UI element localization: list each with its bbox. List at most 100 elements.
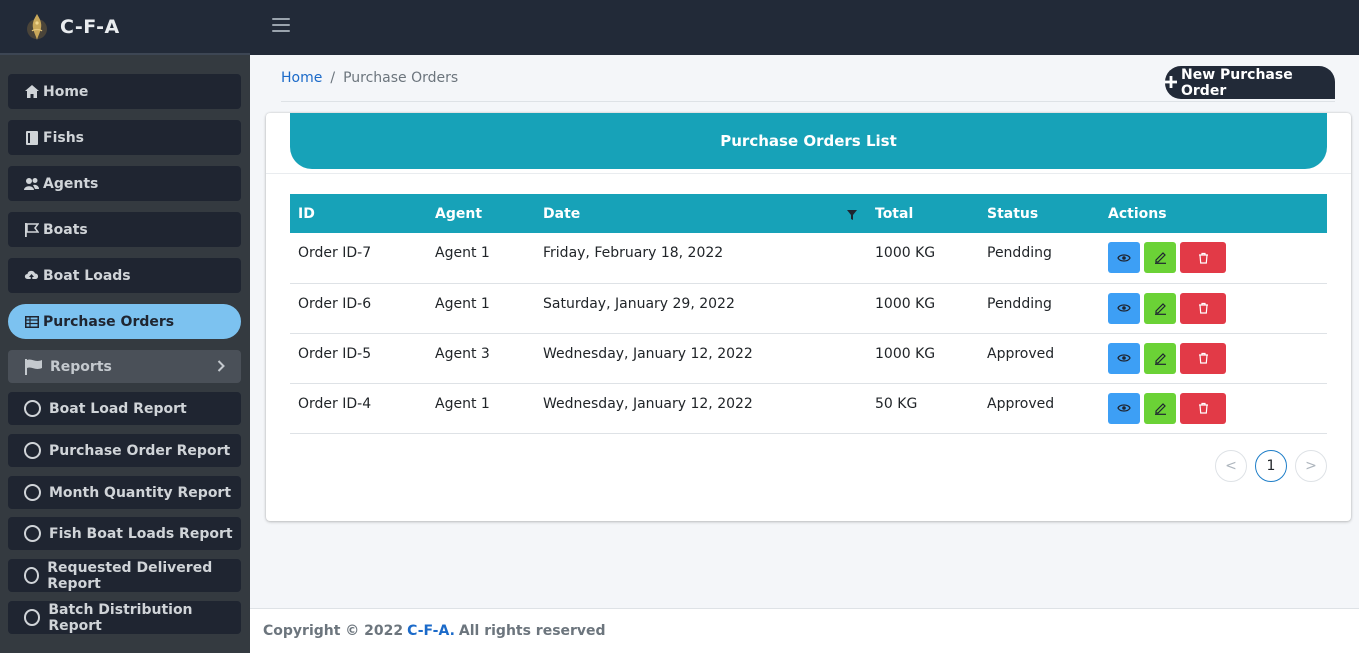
sidebar-item-label: Month Quantity Report bbox=[49, 484, 232, 501]
sidebar-item-label: Reports bbox=[50, 358, 112, 375]
main-content: Home / Purchase Orders New Purchase Order … bbox=[250, 55, 1359, 608]
cell-total: 1000 KG bbox=[875, 295, 936, 312]
sidebar-item-label: Agents bbox=[43, 175, 99, 192]
column-header-id[interactable]: ID bbox=[290, 194, 427, 233]
flag-icon bbox=[24, 222, 39, 237]
column-header-date[interactable]: Date bbox=[535, 194, 867, 233]
flag-icon bbox=[24, 358, 44, 375]
sidebar-item-label: Fish Boat Loads Report bbox=[49, 525, 233, 542]
cell-agent: Agent 1 bbox=[435, 245, 490, 261]
cell-agent: Agent 1 bbox=[435, 395, 490, 412]
table-row: Order ID-7 Agent 1 Friday, February 18, … bbox=[290, 233, 1327, 283]
edit-button[interactable] bbox=[1144, 392, 1176, 424]
sidebar-item-purchase-order-report[interactable]: Purchase Order Report bbox=[8, 434, 241, 467]
filter-icon[interactable] bbox=[847, 208, 857, 224]
sidebar-item-boats[interactable]: Boats bbox=[8, 212, 241, 247]
purchase-orders-table: ID Agent Date Total Status Actions Order… bbox=[290, 194, 1327, 434]
edit-button[interactable] bbox=[1144, 342, 1176, 374]
edit-button[interactable] bbox=[1144, 292, 1176, 324]
eye-icon bbox=[1117, 253, 1131, 262]
breadcrumb-current: Purchase Orders bbox=[343, 70, 459, 86]
view-button[interactable] bbox=[1108, 392, 1140, 424]
delete-button[interactable] bbox=[1180, 342, 1226, 374]
top-navbar: C-F-A bbox=[0, 0, 1359, 55]
sidebar-item-month-quantity-report[interactable]: Month Quantity Report bbox=[8, 476, 241, 509]
eye-icon bbox=[1117, 404, 1131, 412]
card-divider bbox=[266, 173, 1351, 174]
breadcrumb-separator: / bbox=[330, 70, 336, 86]
view-button[interactable] bbox=[1108, 292, 1140, 324]
sidebar: Home Fishs Agents Boats Boat Loads Purch… bbox=[0, 55, 250, 653]
new-purchase-order-button[interactable]: New Purchase Order bbox=[1165, 66, 1335, 99]
cell-agent: Agent 1 bbox=[435, 295, 490, 312]
pagination-page-1[interactable]: 1 bbox=[1255, 450, 1287, 482]
breadcrumb: Home / Purchase Orders bbox=[281, 70, 458, 86]
sidebar-item-label: Boat Load Report bbox=[49, 400, 187, 417]
delete-button[interactable] bbox=[1180, 292, 1226, 324]
sidebar-item-label: Fishs bbox=[43, 129, 84, 146]
circle-icon bbox=[24, 442, 41, 459]
view-button[interactable] bbox=[1108, 342, 1140, 374]
cell-id: Order ID-6 bbox=[298, 295, 372, 312]
pagination-prev-button[interactable]: < bbox=[1215, 450, 1247, 482]
sidebar-item-requested-delivered-report[interactable]: Requested Delivered Report bbox=[8, 559, 241, 592]
table-icon bbox=[24, 314, 39, 329]
circle-icon bbox=[24, 525, 41, 542]
menu-toggle-icon[interactable] bbox=[272, 18, 290, 36]
trash-icon bbox=[1198, 252, 1208, 264]
footer-brand-link[interactable]: C-F-A. bbox=[407, 623, 455, 639]
cell-actions bbox=[1100, 233, 1327, 283]
sidebar-item-label: Batch Distribution Report bbox=[48, 601, 193, 634]
sidebar-item-label: Home bbox=[43, 83, 89, 100]
cell-status: Pendding bbox=[987, 245, 1052, 261]
cell-date: Friday, February 18, 2022 bbox=[543, 245, 724, 261]
sidebar-item-reports[interactable]: Reports bbox=[8, 350, 241, 383]
view-button[interactable] bbox=[1108, 242, 1140, 273]
delete-button[interactable] bbox=[1180, 392, 1226, 424]
brand[interactable]: C-F-A bbox=[0, 0, 250, 55]
pencil-icon bbox=[1154, 352, 1166, 365]
cell-total: 1000 KG bbox=[875, 245, 936, 261]
users-icon bbox=[24, 176, 39, 191]
sidebar-item-batch-distribution-report[interactable]: Batch Distribution Report bbox=[8, 601, 241, 634]
pagination-next-button[interactable]: > bbox=[1295, 450, 1327, 482]
sidebar-item-label: Purchase Orders bbox=[43, 313, 175, 330]
sidebar-item-fish-boat-loads-report[interactable]: Fish Boat Loads Report bbox=[8, 517, 241, 550]
trash-icon bbox=[1198, 302, 1208, 314]
cell-status: Pendding bbox=[987, 295, 1052, 312]
column-header-agent[interactable]: Agent bbox=[427, 194, 535, 233]
book-icon bbox=[24, 130, 39, 145]
sidebar-item-boat-loads[interactable]: Boat Loads bbox=[8, 258, 241, 293]
eye-icon bbox=[1117, 304, 1131, 312]
cell-agent: Agent 3 bbox=[435, 345, 490, 362]
plus-icon bbox=[1165, 72, 1177, 93]
sidebar-item-label: Boats bbox=[43, 221, 88, 238]
sidebar-item-fishs[interactable]: Fishs bbox=[8, 120, 241, 155]
sidebar-item-boat-load-report[interactable]: Boat Load Report bbox=[8, 392, 241, 425]
circle-icon bbox=[24, 484, 41, 501]
cell-status: Approved bbox=[987, 395, 1055, 412]
delete-button[interactable] bbox=[1180, 242, 1226, 273]
chevron-right-icon bbox=[217, 360, 225, 376]
circle-icon bbox=[24, 609, 41, 626]
cell-id: Order ID-7 bbox=[298, 245, 372, 261]
edit-button[interactable] bbox=[1144, 242, 1176, 273]
pencil-icon bbox=[1154, 402, 1166, 415]
column-header-total[interactable]: Total bbox=[867, 194, 979, 233]
sidebar-item-agents[interactable]: Agents bbox=[8, 166, 241, 201]
footer-copyright: Copyright © 2022 bbox=[263, 623, 404, 639]
circle-icon bbox=[24, 567, 40, 584]
sidebar-item-label: Requested Delivered Report bbox=[47, 559, 213, 592]
sidebar-item-purchase-orders[interactable]: Purchase Orders bbox=[8, 304, 241, 339]
table-row: Order ID-6 Agent 1 Saturday, January 29,… bbox=[290, 283, 1327, 333]
breadcrumb-home-link[interactable]: Home bbox=[281, 70, 322, 86]
column-header-date-label: Date bbox=[543, 205, 581, 222]
sidebar-item-home[interactable]: Home bbox=[8, 74, 241, 109]
pencil-icon bbox=[1154, 302, 1166, 315]
cell-actions bbox=[1100, 333, 1327, 383]
cell-actions bbox=[1100, 383, 1327, 433]
table-row: Order ID-4 Agent 1 Wednesday, January 12… bbox=[290, 383, 1327, 433]
column-header-status[interactable]: Status bbox=[979, 194, 1100, 233]
cell-total: 50 KG bbox=[875, 395, 918, 412]
cell-date: Wednesday, January 12, 2022 bbox=[543, 345, 753, 362]
